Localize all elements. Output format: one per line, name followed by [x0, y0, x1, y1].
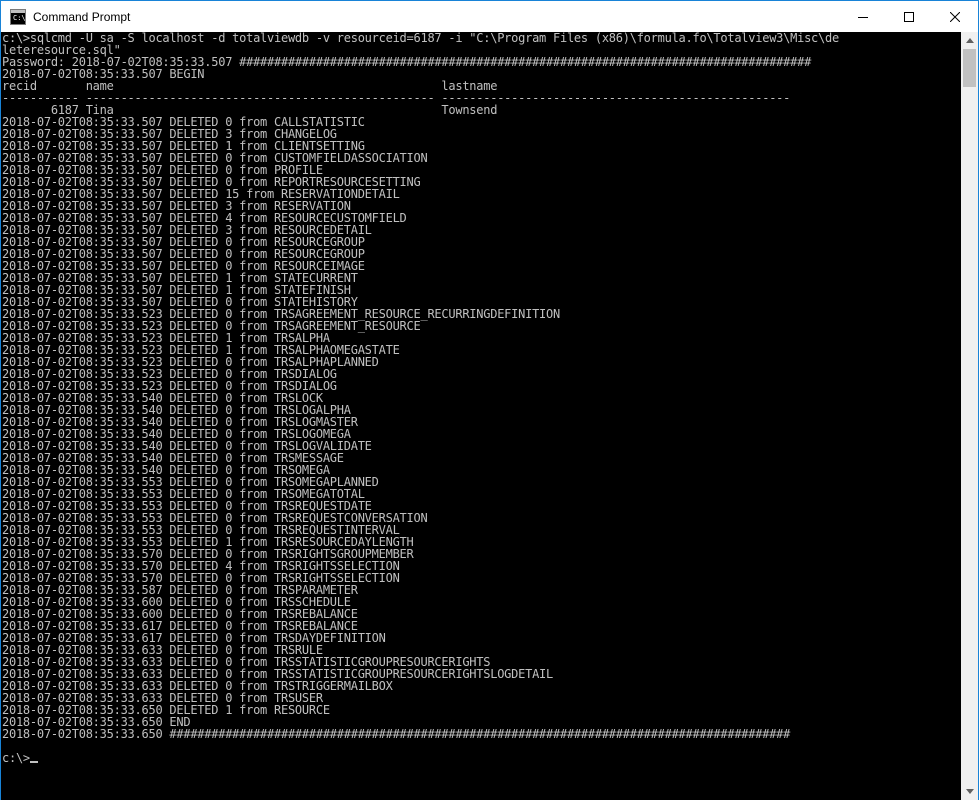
command-prompt-line[interactable]: c:\> — [2, 752, 962, 764]
prompt-text: c:\> — [2, 751, 30, 765]
window-title: Command Prompt — [33, 9, 131, 24]
vertical-scrollbar[interactable] — [961, 32, 978, 800]
scroll-down-button[interactable] — [961, 783, 978, 800]
title-bar[interactable]: C:\ Command Prompt — [1, 1, 978, 32]
maximize-button[interactable] — [886, 1, 932, 32]
command-prompt-window: C:\ Command Prompt c:\>sqlcmd -U sa -S l… — [0, 0, 979, 800]
minimize-button[interactable] — [840, 1, 886, 32]
text-cursor — [29, 761, 38, 763]
minimize-icon — [858, 16, 868, 18]
console-line: c:\>sqlcmd -U sa -S localhost -d totalvi… — [2, 32, 839, 45]
scrollbar-thumb[interactable] — [963, 49, 976, 87]
maximize-icon — [904, 11, 914, 22]
console-text: c:\>sqlcmd -U sa -S localhost -d totalvi… — [1, 32, 962, 764]
window-controls — [840, 1, 978, 32]
app-icon-label: C:\ — [13, 13, 26, 22]
scroll-up-button[interactable] — [961, 32, 978, 49]
close-icon — [950, 11, 960, 22]
chevron-up-icon — [965, 38, 974, 43]
console-output-area[interactable]: c:\>sqlcmd -U sa -S localhost -d totalvi… — [1, 32, 962, 800]
command-prompt-icon[interactable]: C:\ — [10, 8, 26, 25]
console-line: 2018-07-02T08:35:33.650 ################… — [2, 727, 791, 741]
chevron-down-icon — [965, 789, 974, 794]
close-button[interactable] — [932, 1, 978, 32]
